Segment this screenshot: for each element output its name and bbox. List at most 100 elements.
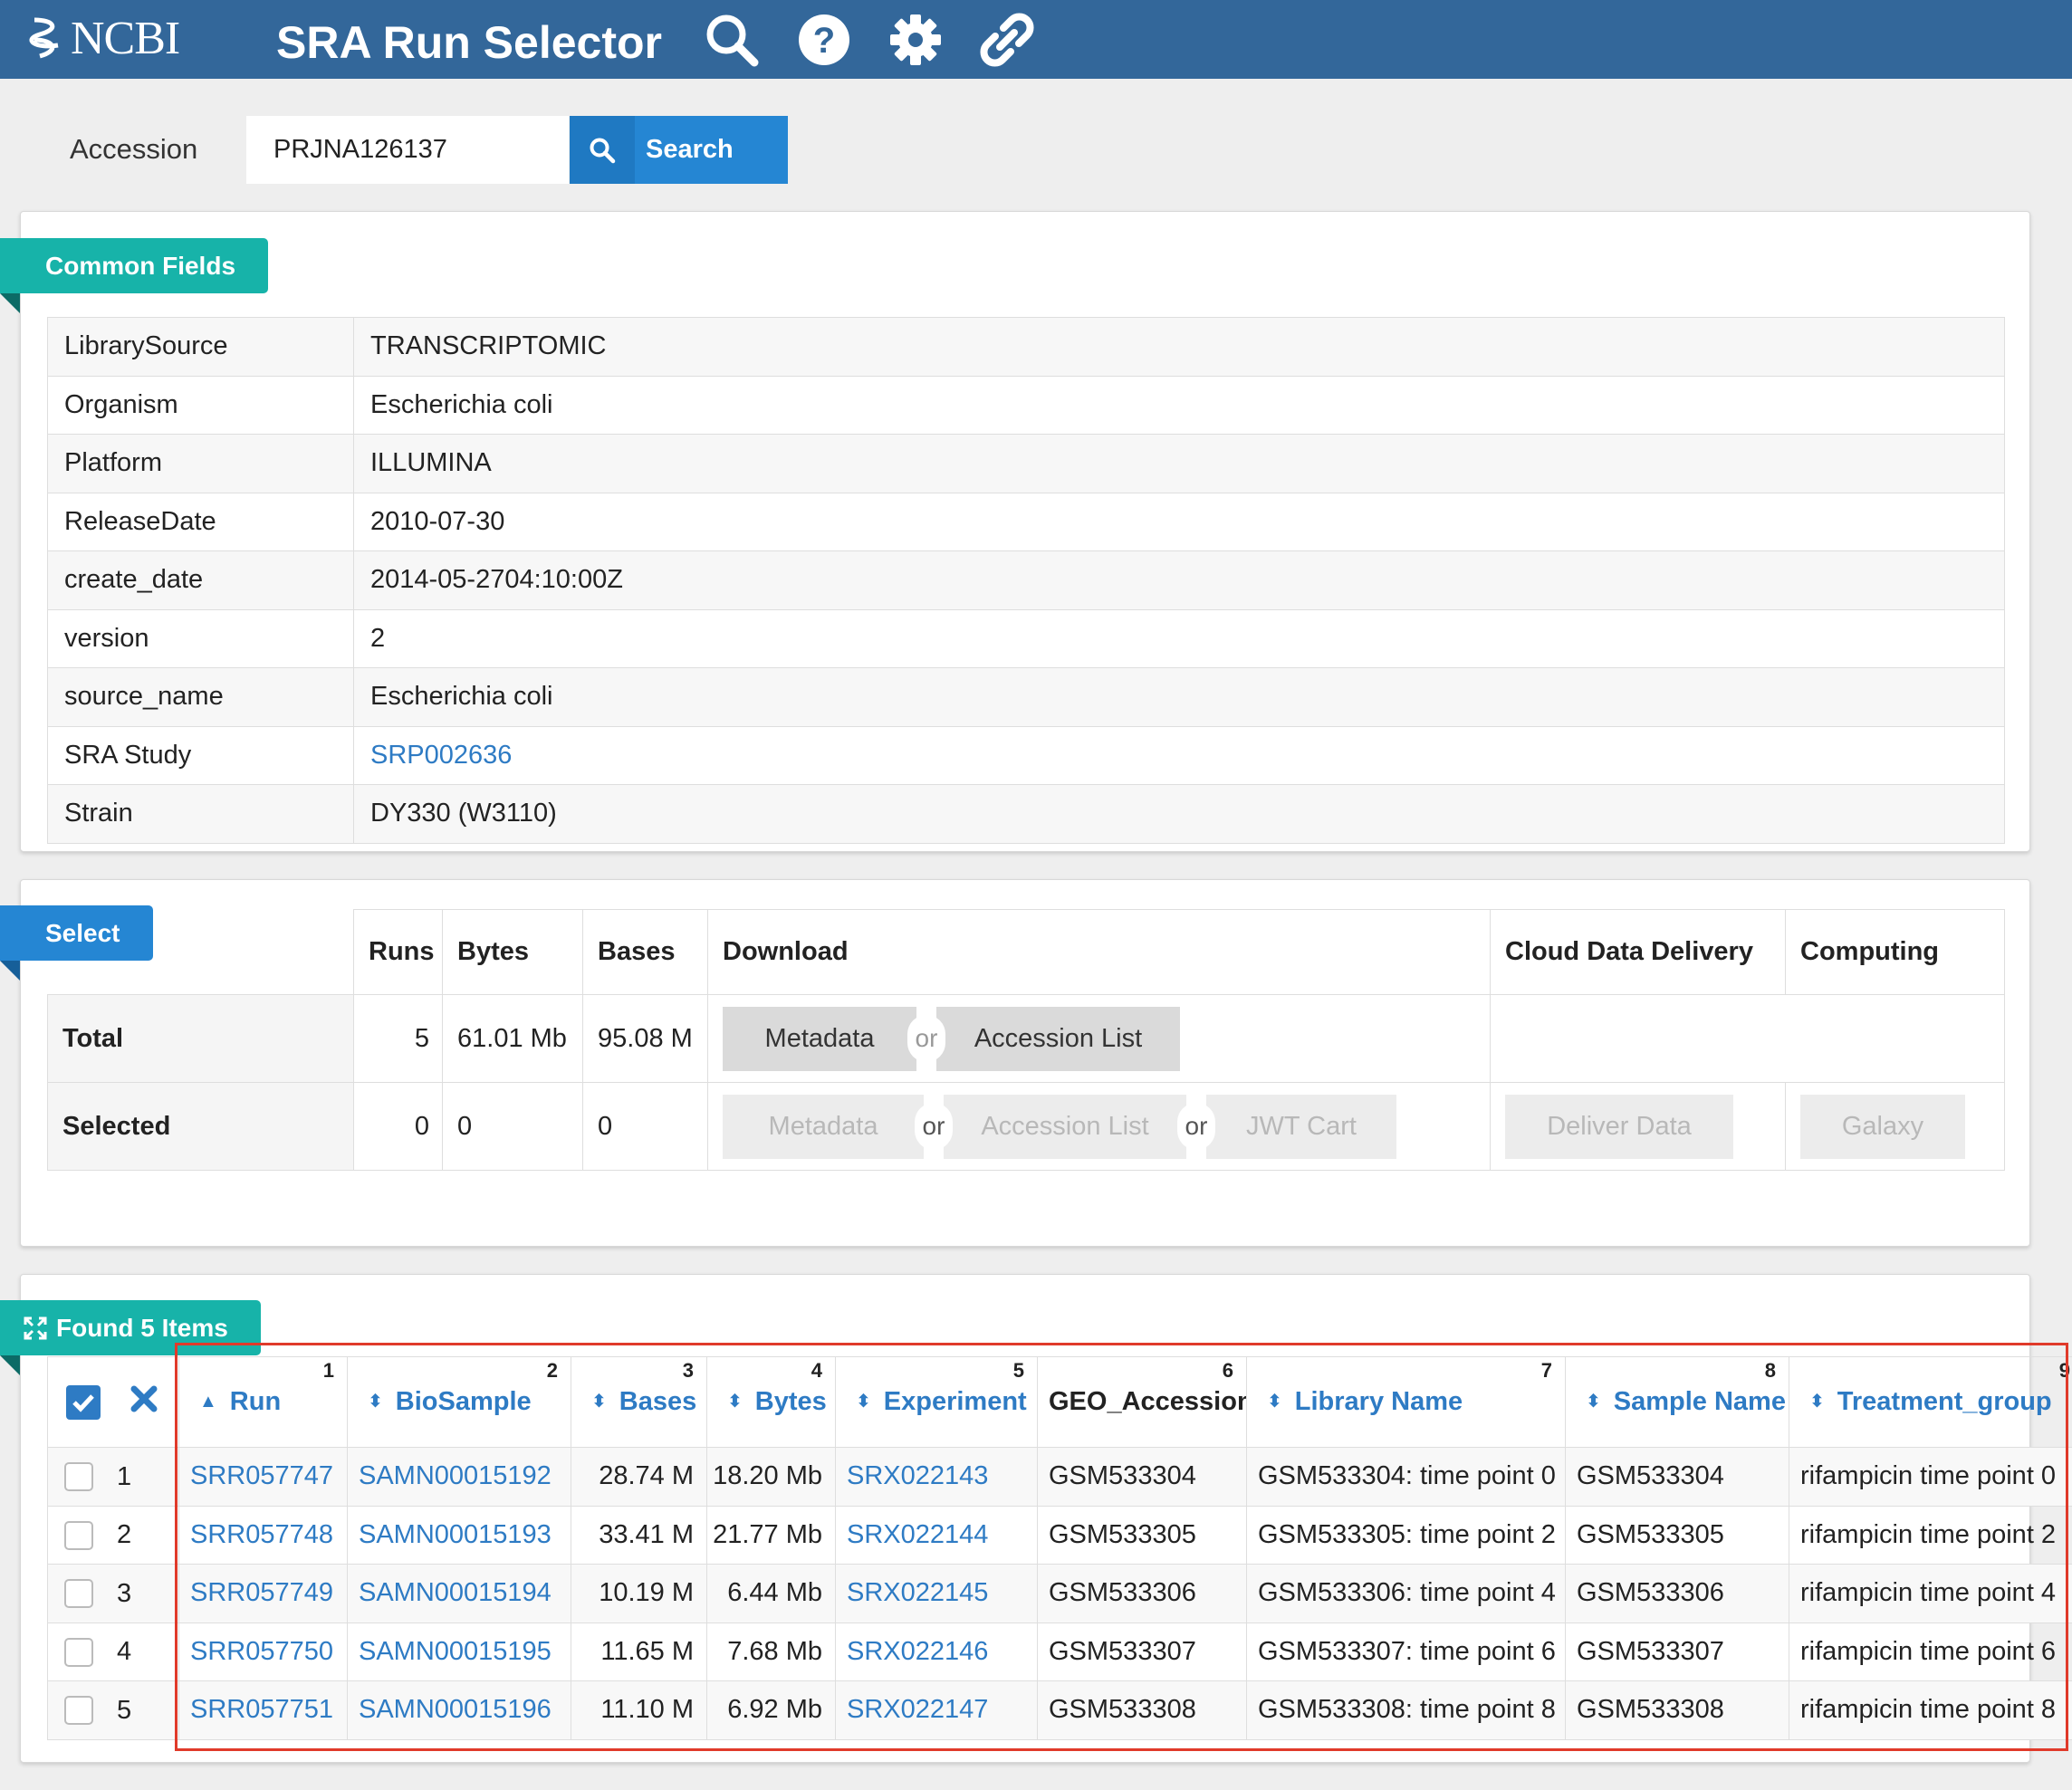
run-link[interactable]: SRR057747 xyxy=(190,1461,333,1490)
selected-download: Metadata or Accession List or JWT Cart xyxy=(707,1082,1491,1171)
col-bases[interactable]: ⬍ Bases 3 xyxy=(571,1356,707,1448)
experiment-link[interactable]: SRX022146 xyxy=(847,1637,988,1666)
sort-icon: ⬍ xyxy=(856,1392,871,1412)
search-icon[interactable] xyxy=(703,11,761,69)
row-select-cell: 3 xyxy=(47,1564,179,1623)
experiment-link[interactable]: SRX022147 xyxy=(847,1695,988,1724)
selected-bases: 0 xyxy=(582,1082,708,1171)
row-checkbox[interactable] xyxy=(64,1696,93,1726)
bases-cell: 11.65 M xyxy=(571,1622,707,1681)
biosample-link[interactable]: SAMN00015194 xyxy=(359,1578,552,1607)
jwt-cart-button[interactable]: JWT Cart xyxy=(1206,1094,1396,1159)
row-checkbox[interactable] xyxy=(64,1520,93,1550)
field-key: source_name xyxy=(47,667,354,727)
run-link[interactable]: SRR057749 xyxy=(190,1578,333,1607)
biosample-cell: SAMN00015196 xyxy=(347,1680,571,1740)
select-all-checkbox[interactable] xyxy=(66,1384,101,1420)
bases-cell: 11.10 M xyxy=(571,1680,707,1740)
col-run[interactable]: ▲ Run 1 xyxy=(178,1356,348,1448)
run-link[interactable]: SRR057748 xyxy=(190,1520,333,1549)
row-checkbox[interactable] xyxy=(64,1579,93,1609)
table-row[interactable]: 1 SRR057747 SAMN00015192 28.74 M 18.20 Mb SRX… xyxy=(47,1447,2072,1507)
selected-metadata-button[interactable]: Metadata xyxy=(723,1094,924,1159)
select-table: Runs Bytes Bases Download Cloud Data Del… xyxy=(47,909,2005,1171)
geo-accession-cell: GSM533308 xyxy=(1037,1680,1247,1740)
run-cell: SRR057747 xyxy=(178,1447,348,1507)
sort-icon: ⬍ xyxy=(591,1392,607,1412)
sra-study-link[interactable]: SRP002636 xyxy=(370,741,512,770)
selected-cloud: Deliver Data xyxy=(1490,1082,1786,1171)
row-index: 4 xyxy=(117,1637,132,1667)
biosample-link[interactable]: SAMN00015192 xyxy=(359,1461,552,1490)
sort-icon: ⬍ xyxy=(368,1392,383,1412)
or-separator: or xyxy=(1177,1103,1215,1150)
ncbi-logo[interactable]: NCBI xyxy=(27,11,180,65)
row-select-cell: 2 xyxy=(47,1505,179,1565)
expand-icon[interactable] xyxy=(24,1316,47,1340)
geo-accession-cell: GSM533306 xyxy=(1037,1564,1247,1623)
common-fields-title: Common Fields xyxy=(0,238,269,313)
accession-label: Accession xyxy=(70,133,198,165)
experiment-link[interactable]: SRX022143 xyxy=(847,1461,988,1490)
search-button[interactable]: Search xyxy=(570,116,788,184)
experiment-link[interactable]: SRX022144 xyxy=(847,1520,988,1549)
total-accession-list-button[interactable]: Accession List xyxy=(936,1006,1180,1071)
deliver-data-button[interactable]: Deliver Data xyxy=(1505,1094,1733,1159)
field-key: create_date xyxy=(47,550,354,610)
selected-accession-list-button[interactable]: Accession List xyxy=(944,1094,1186,1159)
treatment-group-cell: rifampicin time point 8 xyxy=(1789,1680,2072,1740)
biosample-cell: SAMN00015195 xyxy=(347,1622,571,1681)
col-cloud: Cloud Data Delivery xyxy=(1490,909,1786,995)
total-bases: 95.08 M xyxy=(582,994,708,1083)
link-icon[interactable] xyxy=(978,11,1036,69)
app-title: SRA Run Selector xyxy=(276,17,663,68)
total-metadata-button[interactable]: Metadata xyxy=(723,1006,916,1071)
common-field-row: SRA Study SRP002636 xyxy=(47,725,2005,785)
field-value: TRANSCRIPTOMIC xyxy=(353,317,2005,377)
row-checkbox[interactable] xyxy=(64,1462,93,1492)
selected-bytes: 0 xyxy=(442,1082,583,1171)
common-field-row: LibrarySource TRANSCRIPTOMIC xyxy=(47,317,2005,377)
biosample-link[interactable]: SAMN00015195 xyxy=(359,1637,552,1666)
biosample-link[interactable]: SAMN00015193 xyxy=(359,1520,552,1549)
table-row[interactable]: 3 SRR057749 SAMN00015194 10.19 M 6.44 Mb SRX0… xyxy=(47,1564,2072,1623)
ncbi-helix-icon xyxy=(29,17,59,59)
treatment-group-cell: rifampicin time point 0 xyxy=(1789,1447,2072,1507)
sort-asc-icon: ▲ xyxy=(199,1392,217,1412)
clear-selection-icon[interactable] xyxy=(130,1384,158,1421)
run-link[interactable]: SRR057750 xyxy=(190,1637,333,1666)
col-experiment[interactable]: ⬍ Experiment 5 xyxy=(835,1356,1038,1448)
table-row[interactable]: 4 SRR057750 SAMN00015195 11.65 M 7.68 Mb SRX0… xyxy=(47,1622,2072,1681)
select-title: Select xyxy=(0,905,153,981)
biosample-link[interactable]: SAMN00015196 xyxy=(359,1695,552,1724)
field-key: LibrarySource xyxy=(47,317,354,377)
select-all-header xyxy=(47,1356,179,1448)
total-label: Total xyxy=(47,994,354,1083)
row-checkbox[interactable] xyxy=(64,1637,93,1667)
common-fields-table: LibrarySource TRANSCRIPTOMIC Organism Esche… xyxy=(47,317,2005,844)
selected-label: Selected xyxy=(47,1082,354,1171)
common-field-row: Organism Escherichia coli xyxy=(47,375,2005,435)
table-row[interactable]: 2 SRR057748 SAMN00015193 33.41 M 21.77 Mb SRX… xyxy=(47,1505,2072,1565)
col-treatment-group[interactable]: ⬍ Treatment_group 9 xyxy=(1789,1356,2072,1448)
field-key: Platform xyxy=(47,434,354,493)
sample-name-cell: GSM533306 xyxy=(1565,1564,1789,1623)
common-field-row: version 2 xyxy=(47,608,2005,668)
help-icon[interactable]: ? xyxy=(795,11,853,69)
geo-accession-cell: GSM533305 xyxy=(1037,1505,1247,1565)
gear-icon[interactable] xyxy=(887,11,945,69)
col-computing: Computing xyxy=(1785,909,2005,995)
row-index: 3 xyxy=(117,1578,132,1608)
col-biosample[interactable]: ⬍ BioSample 2 xyxy=(347,1356,571,1448)
col-geo-accession[interactable]: GEO_Accession 6 xyxy=(1037,1356,1247,1448)
col-bytes[interactable]: ⬍ Bytes 4 xyxy=(706,1356,836,1448)
run-link[interactable]: SRR057751 xyxy=(190,1695,333,1724)
table-row[interactable]: 5 SRR057751 SAMN00015196 11.10 M 6.92 Mb SRX0… xyxy=(47,1680,2072,1740)
col-sample-name[interactable]: ⬍ Sample Name 8 xyxy=(1565,1356,1789,1448)
col-library-name[interactable]: ⬍ Library Name 7 xyxy=(1246,1356,1566,1448)
sort-icon: ⬍ xyxy=(1586,1392,1601,1412)
experiment-link[interactable]: SRX022145 xyxy=(847,1578,988,1607)
galaxy-button[interactable]: Galaxy xyxy=(1800,1094,1965,1159)
field-key: SRA Study xyxy=(47,725,354,785)
accession-input[interactable] xyxy=(246,116,569,184)
